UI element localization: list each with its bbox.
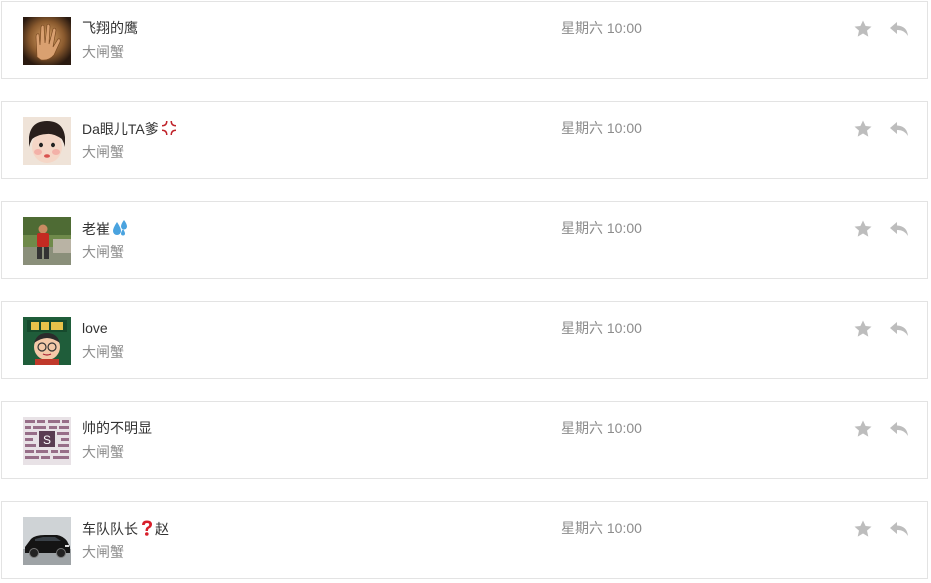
reply-icon[interactable] [889, 120, 909, 138]
star-icon[interactable] [853, 419, 873, 439]
star-icon[interactable] [853, 519, 873, 539]
message-subtitle: 大闸蟹 [82, 144, 124, 160]
star-icon[interactable] [853, 119, 873, 139]
message-time: 星期六 10:00 [561, 20, 642, 36]
message-subtitle: 大闸蟹 [82, 44, 124, 60]
reply-icon[interactable] [889, 320, 909, 338]
star-icon[interactable] [853, 19, 873, 39]
message-subtitle: 大闸蟹 [82, 344, 124, 360]
message-list: 飞翔的鹰 大闸蟹 星期六 10:00 Da眼儿TA爹 大闸蟹 星期六 10:00 [0, 0, 931, 583]
message-card[interactable]: 车队队长赵 大闸蟹 星期六 10:00 [1, 501, 928, 579]
avatar[interactable] [23, 517, 71, 565]
avatar[interactable] [23, 117, 71, 165]
message-time: 星期六 10:00 [561, 520, 642, 536]
sender-name: 帅的不明显 [82, 420, 152, 436]
message-time: 星期六 10:00 [561, 320, 642, 336]
star-icon[interactable] [853, 319, 873, 339]
message-card[interactable]: 老崔 大闸蟹 星期六 10:00 [1, 201, 928, 279]
reply-icon[interactable] [889, 20, 909, 38]
svg-text:S: S [43, 433, 51, 447]
message-subtitle: 大闸蟹 [82, 244, 124, 260]
message-card[interactable]: 飞翔的鹰 大闸蟹 星期六 10:00 [1, 1, 928, 79]
sender-name: 飞翔的鹰 [82, 20, 138, 36]
avatar[interactable] [23, 317, 71, 365]
sweat-droplets-icon [113, 220, 127, 236]
reply-icon[interactable] [889, 520, 909, 538]
star-icon[interactable] [853, 219, 873, 239]
reply-icon[interactable] [889, 420, 909, 438]
avatar[interactable] [23, 217, 71, 265]
anger-symbol-icon [161, 121, 176, 135]
avatar[interactable] [23, 17, 71, 65]
avatar[interactable]: S [23, 417, 71, 465]
message-card[interactable]: S 帅的不明显 大闸蟹 星期六 10:00 [1, 401, 928, 479]
message-subtitle: 大闸蟹 [82, 444, 124, 460]
message-time: 星期六 10:00 [561, 220, 642, 236]
sender-name: 车队队长赵 [82, 520, 169, 537]
reply-icon[interactable] [889, 220, 909, 238]
message-subtitle: 大闸蟹 [82, 544, 124, 560]
sender-name: Da眼儿TA爹 [82, 119, 178, 138]
message-card[interactable]: Da眼儿TA爹 大闸蟹 星期六 10:00 [1, 101, 928, 179]
message-time: 星期六 10:00 [561, 420, 642, 436]
sender-name: love [82, 320, 108, 336]
message-time: 星期六 10:00 [561, 120, 642, 136]
question-mark-icon [142, 520, 152, 536]
sender-name: 老崔 [82, 219, 129, 238]
message-card[interactable]: love 大闸蟹 星期六 10:00 [1, 301, 928, 379]
